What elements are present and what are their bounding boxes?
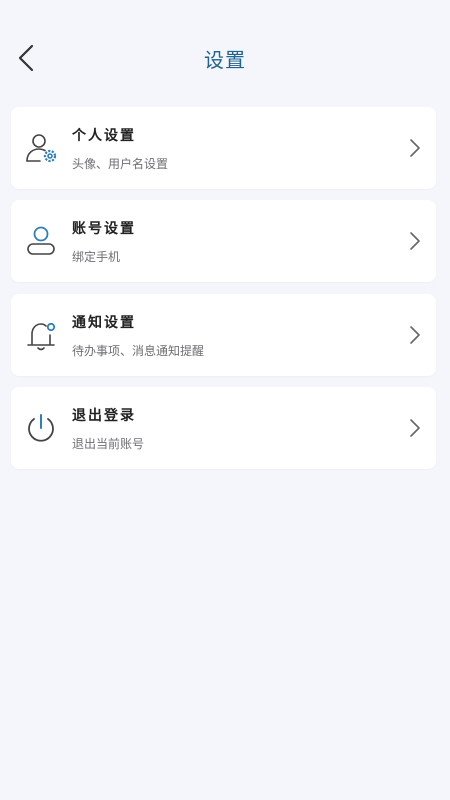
settings-item-personal[interactable]: 个人设置 头像、用户名设置 [11,107,436,189]
settings-item-notification[interactable]: 通知设置 待办事项、消息通知提醒 [11,294,436,376]
chevron-right-icon [408,230,422,252]
user-gear-icon [23,130,59,166]
chevron-right-icon [408,137,422,159]
chevron-right-icon [408,417,422,439]
item-subtitle: 头像、用户名设置 [72,157,169,171]
item-title: 个人设置 [72,128,136,144]
header: 设置 [0,0,450,110]
page-title: 设置 [204,48,246,72]
power-icon [23,410,59,446]
bell-icon [23,317,59,353]
item-subtitle: 绑定手机 [72,250,121,264]
item-subtitle: 待办事项、消息通知提醒 [72,344,205,358]
item-title: 账号设置 [72,221,136,237]
settings-page: 设置 个人设置 头像、用户名设置 账号设置 绑定手机 通知设置 待办事项、消息通… [0,0,450,800]
account-icon [23,223,59,259]
settings-item-logout[interactable]: 退出登录 退出当前账号 [11,387,436,469]
item-title: 退出登录 [72,408,136,424]
chevron-right-icon [408,324,422,346]
item-subtitle: 退出当前账号 [72,437,145,451]
item-title: 通知设置 [72,315,136,331]
settings-item-account[interactable]: 账号设置 绑定手机 [11,200,436,282]
